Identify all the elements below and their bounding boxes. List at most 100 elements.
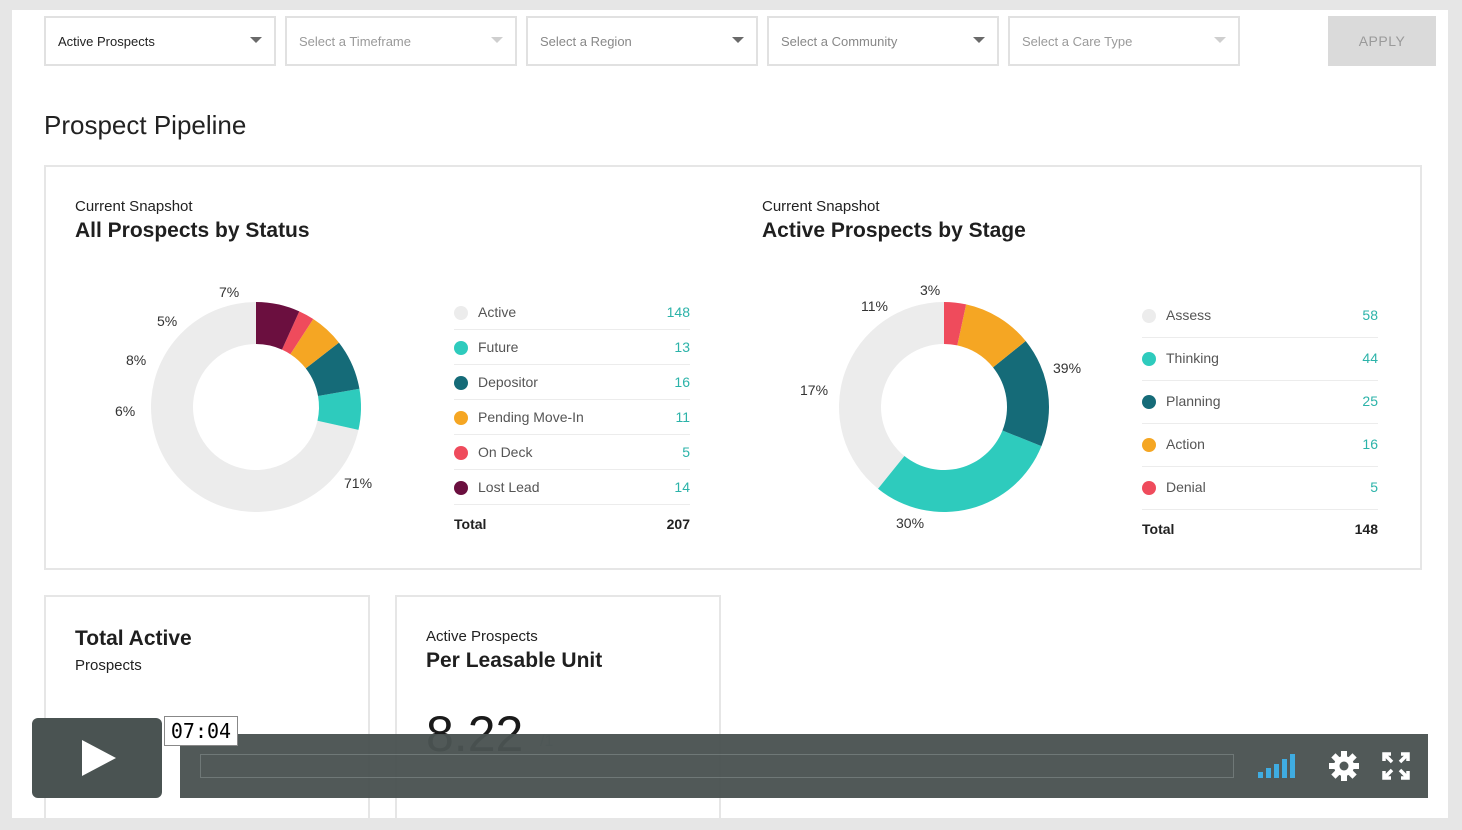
- stage-donut-chart: [839, 302, 1049, 512]
- filter-community[interactable]: Select a Community: [767, 16, 999, 66]
- legend-label: Thinking: [1166, 350, 1219, 366]
- legend-row-thinking[interactable]: Thinking 44: [1142, 338, 1378, 381]
- legend-label: Future: [478, 339, 519, 355]
- stage-kicker: Current Snapshot: [762, 198, 880, 215]
- stage-title: Active Prospects by Stage: [762, 219, 1026, 242]
- video-progress-bar[interactable]: [200, 754, 1234, 778]
- volume-icon[interactable]: [1258, 752, 1306, 780]
- chevron-down-icon: [973, 37, 985, 43]
- legend-row-active[interactable]: Active 148: [454, 295, 690, 330]
- filter-region-label: Select a Region: [540, 33, 632, 49]
- chevron-down-icon: [491, 37, 503, 43]
- gear-icon[interactable]: [1328, 750, 1360, 782]
- legend-value: 5: [1370, 479, 1378, 495]
- legend-label: Assess: [1166, 307, 1212, 323]
- filter-region[interactable]: Select a Region: [526, 16, 758, 66]
- status-kicker: Current Snapshot: [75, 198, 193, 215]
- legend-dot-icon: [454, 446, 468, 460]
- filter-prospect-type-label: Active Prospects: [58, 33, 155, 49]
- legend-label: Depositor: [478, 374, 538, 390]
- legend-value: 58: [1362, 307, 1378, 323]
- status-legend: Active 148 Future 13 Depositor 16 Pending M…: [454, 295, 690, 535]
- video-control-bar: [180, 734, 1428, 798]
- legend-value: 148: [666, 304, 690, 320]
- legend-dot-icon: [1142, 395, 1156, 409]
- legend-dot-icon: [454, 411, 468, 425]
- status-slice-label: 7%: [219, 284, 240, 300]
- legend-dot-icon: [1142, 481, 1156, 495]
- stage-slice-label: 3%: [920, 282, 941, 298]
- stage-legend: Assess 58 Thinking 44 Planning 25 Action 16 …: [1142, 295, 1378, 540]
- legend-label: Active: [478, 304, 517, 320]
- legend-value: 25: [1362, 393, 1378, 409]
- legend-value: 13: [674, 339, 690, 355]
- legend-dot-icon: [454, 481, 468, 495]
- play-icon: [82, 740, 116, 776]
- filter-care-type[interactable]: Select a Care Type: [1008, 16, 1240, 66]
- total-active-title: Total Active: [75, 627, 192, 650]
- legend-row-depositor[interactable]: Depositor 16: [454, 365, 690, 400]
- status-slice-label: 71%: [344, 475, 373, 491]
- chevron-down-icon: [250, 37, 262, 43]
- stage-slice-label: 17%: [800, 382, 829, 398]
- stage-slice-label: 30%: [896, 515, 925, 531]
- legend-total-label: Total: [454, 516, 487, 532]
- legend-label: Planning: [1166, 393, 1221, 409]
- legend-label: Lost Lead: [478, 479, 540, 495]
- legend-row-pending-move-in[interactable]: Pending Move-In 11: [454, 400, 690, 435]
- filter-timeframe[interactable]: Select a Timeframe: [285, 16, 517, 66]
- legend-value: 44: [1362, 350, 1378, 366]
- filter-timeframe-label: Select a Timeframe: [299, 33, 411, 49]
- legend-label: On Deck: [478, 444, 533, 460]
- legend-value: 16: [1362, 436, 1378, 452]
- legend-label: Denial: [1166, 479, 1206, 495]
- legend-label: Pending Move-In: [478, 409, 584, 425]
- legend-dot-icon: [454, 341, 468, 355]
- chevron-down-icon: [1214, 37, 1226, 43]
- legend-value: 14: [674, 479, 690, 495]
- status-slice-label: 5%: [157, 313, 178, 329]
- play-button[interactable]: [32, 718, 162, 798]
- status-title: All Prospects by Status: [75, 219, 310, 242]
- legend-dot-icon: [1142, 309, 1156, 323]
- filter-prospect-type[interactable]: Active Prospects: [44, 16, 276, 66]
- donut-slice-assess[interactable]: [839, 302, 944, 489]
- legend-row-on-deck[interactable]: On Deck 5: [454, 435, 690, 470]
- legend-total-row: Total 207: [454, 505, 690, 535]
- legend-row-future[interactable]: Future 13: [454, 330, 690, 365]
- page-title: Prospect Pipeline: [44, 110, 247, 140]
- dashboard-frame: Active Prospects Select a Timeframe Sele…: [12, 10, 1448, 818]
- legend-dot-icon: [454, 376, 468, 390]
- legend-total-value: 148: [1354, 521, 1378, 537]
- status-slice-label: 8%: [126, 352, 147, 368]
- legend-row-action[interactable]: Action 16: [1142, 424, 1378, 467]
- total-active-subtitle: Prospects: [75, 657, 142, 674]
- legend-total-label: Total: [1142, 521, 1175, 537]
- per-unit-kicker: Active Prospects: [426, 628, 538, 645]
- legend-value: 16: [674, 374, 690, 390]
- pipeline-card: Current Snapshot All Prospects by Status…: [44, 165, 1422, 570]
- legend-dot-icon: [1142, 438, 1156, 452]
- apply-button[interactable]: APPLY: [1328, 16, 1436, 66]
- legend-row-assess[interactable]: Assess 58: [1142, 295, 1378, 338]
- legend-total-value: 207: [666, 516, 690, 532]
- stage-slice-label: 11%: [861, 298, 888, 314]
- legend-row-denial[interactable]: Denial 5: [1142, 467, 1378, 510]
- legend-total-row: Total 148: [1142, 510, 1378, 540]
- per-unit-title: Per Leasable Unit: [426, 649, 603, 672]
- fullscreen-icon[interactable]: [1382, 752, 1410, 780]
- legend-dot-icon: [454, 306, 468, 320]
- timestamp-tooltip: 07:04: [164, 716, 238, 746]
- donut-slice-thinking[interactable]: [878, 430, 1042, 512]
- status-slice-label: 6%: [115, 403, 136, 419]
- stage-slice-label: 39%: [1053, 360, 1082, 376]
- legend-row-planning[interactable]: Planning 25: [1142, 381, 1378, 424]
- filter-care-type-label: Select a Care Type: [1022, 33, 1133, 49]
- legend-dot-icon: [1142, 352, 1156, 366]
- chevron-down-icon: [732, 37, 744, 43]
- legend-row-lost-lead[interactable]: Lost Lead 14: [454, 470, 690, 505]
- legend-value: 11: [675, 409, 690, 425]
- legend-label: Action: [1166, 436, 1205, 452]
- filter-community-label: Select a Community: [781, 33, 898, 49]
- legend-value: 5: [682, 444, 690, 460]
